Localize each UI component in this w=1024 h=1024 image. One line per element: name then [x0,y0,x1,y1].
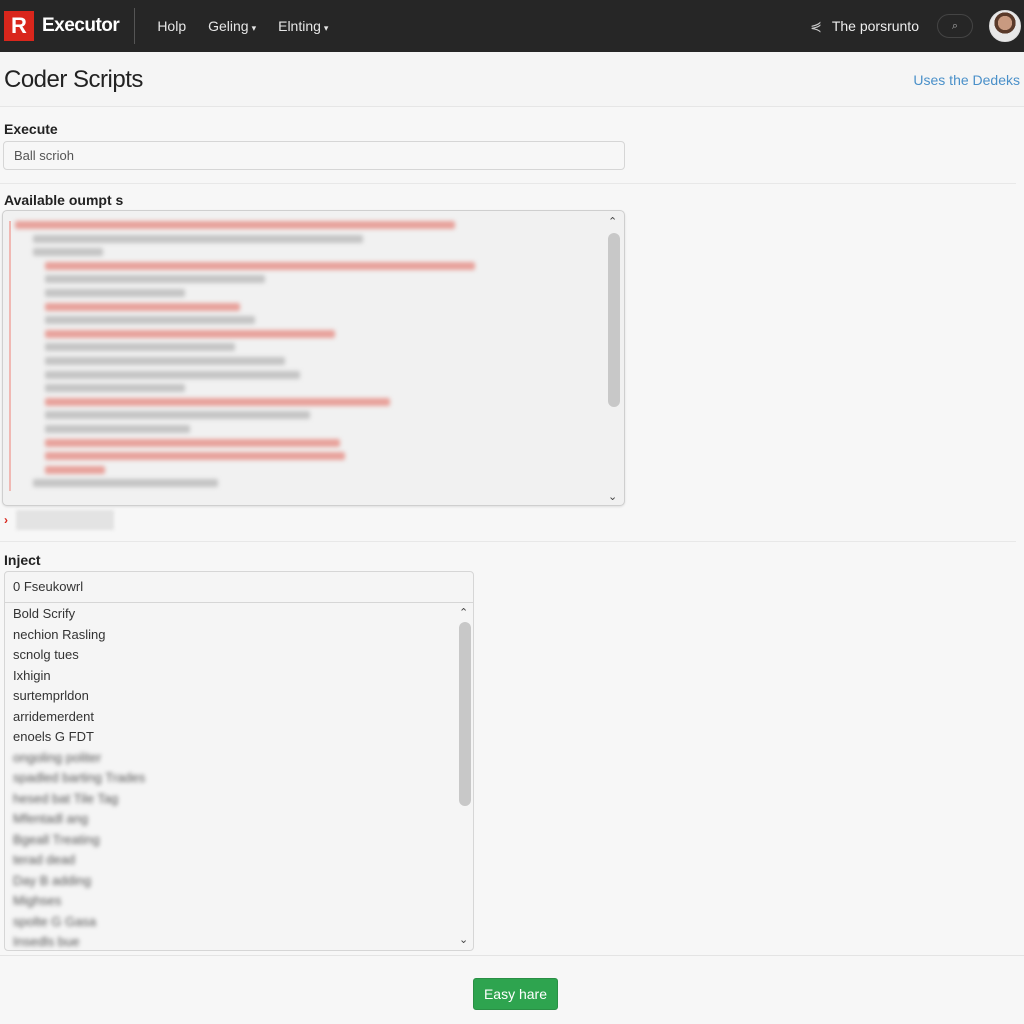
avatar[interactable] [989,10,1021,42]
execute-input[interactable]: Ball scrioh [3,141,625,170]
code-line [45,384,185,393]
code-line [15,221,455,229]
list-item[interactable]: Bold Scrify [5,604,457,625]
code-line [45,425,190,433]
nav-item-2[interactable]: Elnting ▾ [278,18,328,34]
list-item[interactable]: Mighses [5,891,457,912]
status-indicator: › [4,510,114,530]
code-line [45,411,310,420]
execute-action-button[interactable]: Easy hare [473,978,558,1010]
scroll-up-icon[interactable]: ⌃ [459,606,468,619]
list-item[interactable]: surtemprldon [5,686,457,707]
app-name[interactable]: Executor [42,15,120,37]
code-line [45,370,300,379]
list-item[interactable]: Mfentadl ang [5,809,457,830]
available-scripts-label: Available oumpt s [4,192,124,208]
list-item[interactable]: arridemerdent [5,707,457,728]
list-item[interactable]: scnolg tues [5,645,457,666]
inject-input[interactable]: 0 Fseukowrl [5,572,473,603]
page-header: Coder Scripts Uses the Dedeks [0,52,1024,107]
code-gutter [9,221,11,491]
code-scrollbar[interactable]: ⌃ ⌄ [606,215,620,503]
list-item[interactable]: Day B adding [5,871,457,892]
code-line [45,452,345,461]
scroll-down-icon[interactable]: ⌄ [459,933,468,946]
app-logo[interactable]: R [4,11,34,41]
code-line [45,316,255,325]
scroll-down-icon[interactable]: ⌄ [608,490,617,503]
nav-item-1[interactable]: Geling ▾ [208,18,256,34]
code-line [33,234,363,243]
nav-label: Elnting [278,18,321,34]
scroll-thumb[interactable] [608,233,620,407]
code-line [45,465,105,474]
code-line [45,289,185,297]
top-navbar: R Executor Holp Geling ▾ Elnting ▾ ⋞ The por… [0,0,1024,52]
page-title: Coder Scripts [4,66,143,93]
code-line [45,397,390,406]
chevron-down-icon: ▾ [323,23,329,33]
inject-script-list: Bold Scrify nechion Rasling scnolg tues Iхh… [5,604,457,953]
chevron-down-icon: ▾ [251,23,257,33]
nav-label: Geling [208,18,249,34]
divider [0,541,1016,542]
inject-scrollbar[interactable]: ⌃ ⌄ [457,606,471,946]
code-line [45,329,335,338]
header-link[interactable]: Uses the Dedeks [913,72,1020,88]
list-item[interactable]: enoels G FDT [5,727,457,748]
search-icon[interactable]: ⌕ [937,14,973,38]
status-pill [16,510,114,530]
list-item[interactable]: nechion Rasling [5,625,457,646]
code-line [45,261,475,270]
nav-label: Holp [157,18,187,34]
user-name[interactable]: The porsrunto [832,18,919,34]
list-item[interactable]: spadled barting Trades [5,768,457,789]
list-item[interactable]: ongoling politer [5,748,457,769]
nav-item-0[interactable]: Holp [157,18,186,34]
scroll-up-icon[interactable]: ⌃ [608,215,617,228]
list-item[interactable]: hesed bat Tile Tag [5,789,457,810]
execute-label: Execute [4,121,58,137]
scroll-thumb[interactable] [459,622,471,806]
inject-panel: 0 Fseukowrl Bold Scrify nechion Rasling sc… [4,571,474,951]
list-item[interactable]: Insedls bue [5,932,457,953]
list-item[interactable]: spolte G Gasa [5,912,457,933]
code-line [45,343,235,352]
code-line [45,357,285,365]
divider [0,955,1024,956]
list-item[interactable]: terad dead [5,850,457,871]
list-item[interactable]: Bgeall Treating [5,830,457,851]
code-line [33,248,103,257]
inject-label: Inject [4,552,41,568]
code-line [45,302,240,311]
share-icon[interactable]: ⋞ [810,18,822,35]
divider [0,183,1016,184]
code-line [45,438,340,447]
script-code-viewer[interactable]: ⌃ ⌄ [2,210,625,506]
list-item[interactable]: Iхhigin [5,666,457,687]
code-line [45,275,265,284]
chevron-right-icon: › [4,513,8,527]
code-line [33,479,218,488]
